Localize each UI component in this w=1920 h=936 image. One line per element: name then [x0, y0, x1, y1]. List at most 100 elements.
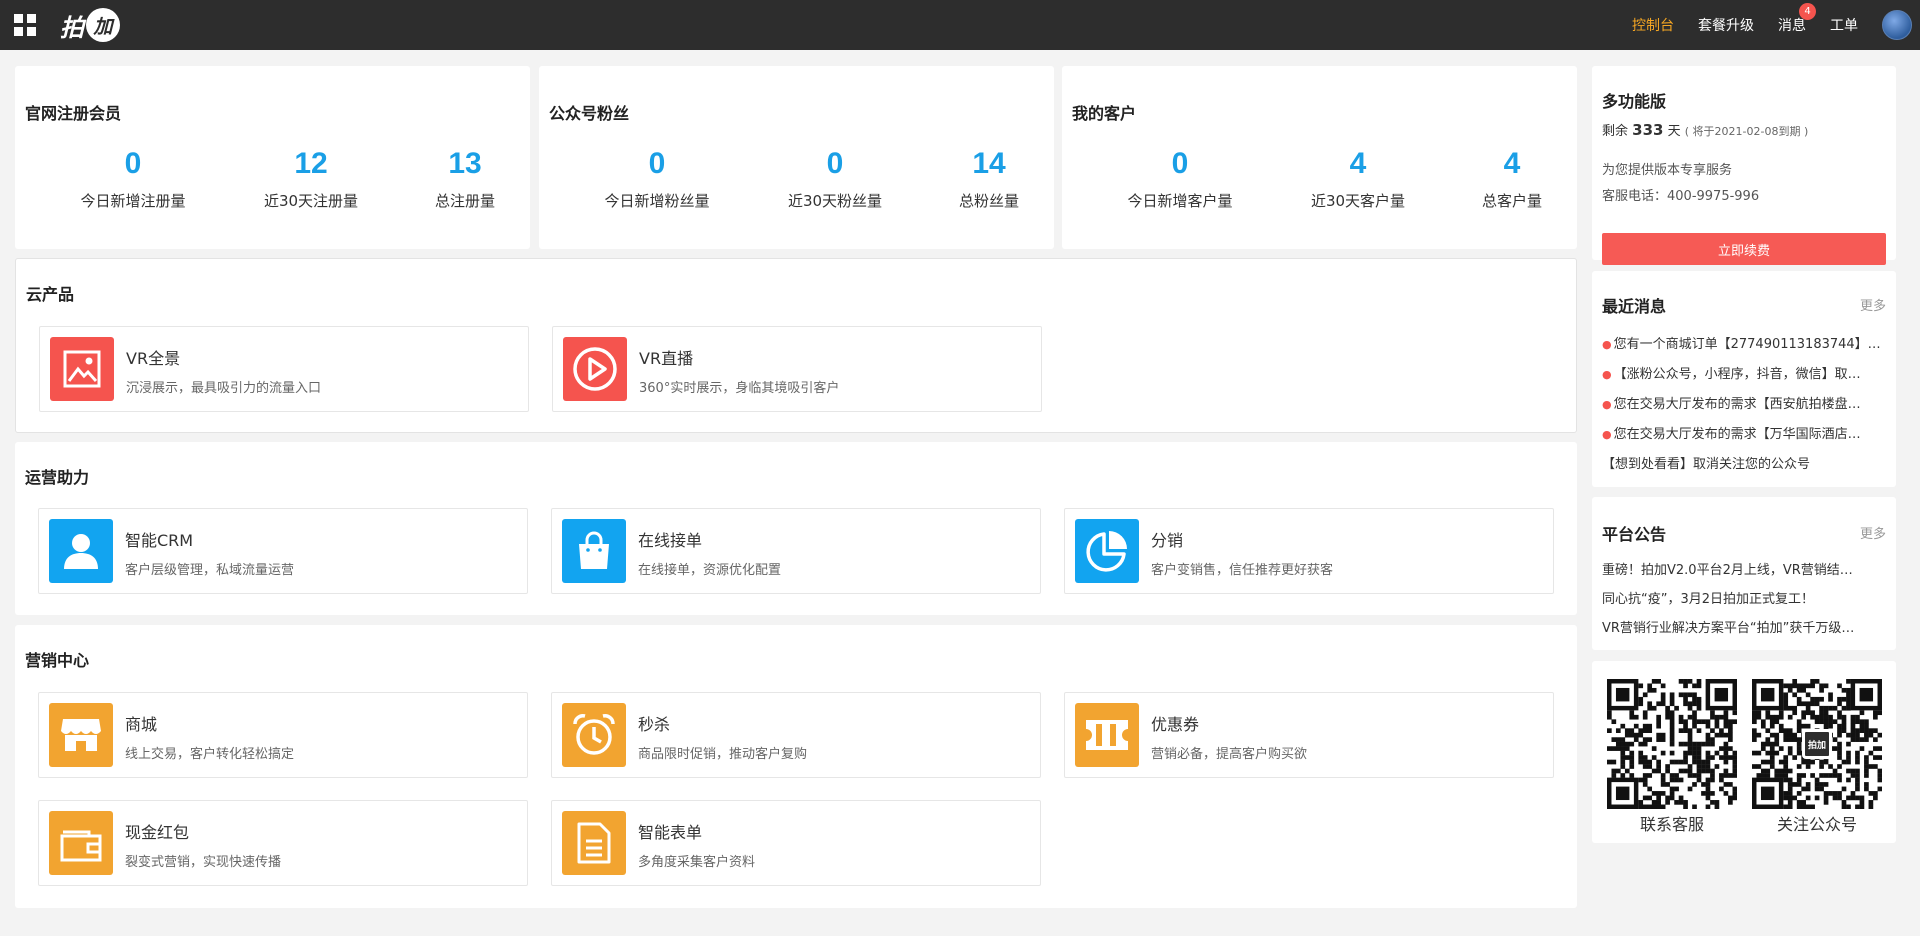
- stat-label: 今日新增注册量: [80, 192, 186, 210]
- stat-value: 0: [826, 147, 844, 180]
- feature-vr-live[interactable]: VR直播 360°实时展示，身临其境吸引客户: [552, 326, 1042, 412]
- feature-name: VR直播: [639, 349, 694, 368]
- feature-name: 智能表单: [638, 823, 703, 842]
- stat-value: 4: [1503, 147, 1521, 180]
- nav-tickets[interactable]: 工单: [1830, 15, 1858, 35]
- message-item[interactable]: ● 您在交易大厅发布的需求【西安航拍楼盘…: [1602, 393, 1882, 412]
- stat-card-fans: 公众号粉丝 0 今日新增粉丝量 0 近30天粉丝量 14 总粉丝量: [539, 66, 1054, 249]
- play-circle-icon: [563, 337, 627, 401]
- service-line: 为您提供版本专享服务: [1602, 163, 1733, 178]
- stat-label: 总客户量: [1481, 192, 1542, 210]
- messages-more-link[interactable]: 更多: [1860, 295, 1886, 314]
- feature-desc: 客户层级管理，私域流量运营: [125, 563, 295, 578]
- feature-coupon[interactable]: 优惠券 营销必备，提高客户购买欲: [1064, 692, 1554, 778]
- plan-remaining: 剩余 333 天 ( 将于2021-02-08到期 ): [1602, 120, 1808, 139]
- stat-label: 近30天粉丝量: [787, 192, 883, 210]
- stat-label: 今日新增粉丝量: [604, 192, 710, 210]
- unread-dot-icon: ●: [1602, 368, 1612, 381]
- wallet-icon: [49, 811, 113, 875]
- section-title: 云产品: [26, 285, 75, 304]
- stat-card-members: 官网注册会员 0 今日新增注册量 12 近30天注册量 13 总注册量: [15, 66, 530, 249]
- notices-more-link[interactable]: 更多: [1860, 523, 1886, 542]
- stat-total: 14 总粉丝量: [899, 144, 1079, 211]
- feature-name: VR全景: [126, 349, 181, 368]
- stat-value: 12: [294, 147, 328, 180]
- feature-flash-sale[interactable]: 秒杀 商品限时促销，推动客户复购: [551, 692, 1041, 778]
- stat-label: 总粉丝量: [958, 192, 1019, 210]
- feature-name: 商城: [125, 715, 158, 734]
- qr-codes-card: 联系客服 拍加 关注公众号: [1592, 661, 1896, 843]
- platform-notices-card: 平台公告 更多 重磅！拍加V2.0平台2月上线，VR营销结… 同心抗“疫”，3月…: [1592, 497, 1896, 650]
- stat-card-customers: 我的客户 0 今日新增客户量 4 近30天客户量 4 总客户量: [1062, 66, 1577, 249]
- stat-value: 0: [648, 147, 666, 180]
- feature-desc: 客户变销售，信任推荐更好获客: [1151, 563, 1334, 578]
- feature-cash-red-packet[interactable]: 现金红包 裂变式营销，实现快速传播: [38, 800, 528, 886]
- message-item[interactable]: 【想到处看看】取消关注您的公众号: [1602, 453, 1882, 472]
- feature-desc: 营销必备，提高客户购买欲: [1151, 747, 1308, 762]
- document-icon: [562, 811, 626, 875]
- feature-mall[interactable]: 商城 线上交易，客户转化轻松搞定: [38, 692, 528, 778]
- nav-messages-label: 消息: [1778, 18, 1806, 34]
- feature-name: 分销: [1151, 531, 1184, 550]
- stat-label: 近30天客户量: [1310, 192, 1406, 210]
- alarm-clock-icon: [562, 703, 626, 767]
- stat-30days: 0 近30天粉丝量: [745, 144, 925, 211]
- shopping-bag-icon: [562, 519, 626, 583]
- remaining-unit: 天: [1667, 124, 1681, 139]
- renew-button[interactable]: 立即续费: [1602, 233, 1886, 265]
- stat-today: 0 今日新增客户量: [1090, 144, 1270, 211]
- feature-desc: 裂变式营销，实现快速传播: [125, 855, 282, 870]
- coupon-icon: [1075, 703, 1139, 767]
- stat-today: 0 今日新增注册量: [43, 144, 223, 211]
- user-avatar[interactable]: [1882, 10, 1912, 40]
- feature-name: 秒杀: [638, 715, 671, 734]
- qr-logo-mark: 拍加: [1802, 729, 1832, 759]
- unread-dot-icon: ●: [1602, 398, 1612, 411]
- feature-desc: 沉浸展示，最具吸引力的流量入口: [126, 381, 322, 396]
- service-phone: 客服电话：400-9975-996: [1602, 189, 1760, 204]
- stat-card-title: 我的客户: [1072, 104, 1137, 123]
- app-grid-icon[interactable]: [14, 14, 36, 36]
- stat-label: 今日新增客户量: [1127, 192, 1233, 210]
- message-text: 您有一个商城订单【277490113183744】…: [1613, 337, 1881, 352]
- nav-console[interactable]: 控制台: [1632, 15, 1674, 35]
- plan-title: 多功能版: [1602, 92, 1667, 111]
- image-icon: [50, 337, 114, 401]
- section-operations: 运营助力 智能CRM 客户层级管理，私域流量运营 在线接单 在线接单，资源优化配…: [15, 442, 1577, 615]
- message-item[interactable]: ● 【涨粉公众号，小程序，抖音，微信】取…: [1602, 363, 1882, 382]
- feature-vr-panorama[interactable]: VR全景 沉浸展示，最具吸引力的流量入口: [39, 326, 529, 412]
- section-title: 运营助力: [25, 468, 90, 487]
- message-item[interactable]: ● 您有一个商城订单【277490113183744】…: [1602, 333, 1882, 352]
- notice-item[interactable]: VR营销行业解决方案平台“拍加”获千万级…: [1602, 617, 1882, 636]
- stat-label: 总注册量: [434, 192, 495, 210]
- user-icon: [49, 519, 113, 583]
- feature-smart-form[interactable]: 智能表单 多角度采集客户资料: [551, 800, 1041, 886]
- feature-smart-crm[interactable]: 智能CRM 客户层级管理，私域流量运营: [38, 508, 528, 594]
- message-text: 【想到处看看】取消关注您的公众号: [1602, 457, 1811, 472]
- section-marketing: 营销中心 商城 线上交易，客户转化轻松搞定 秒杀 商品限时促销，推动客户复购 优…: [15, 625, 1577, 908]
- logo-mark: 加: [86, 8, 120, 42]
- feature-name: 在线接单: [638, 531, 703, 550]
- logo[interactable]: 拍 加: [60, 8, 120, 42]
- section-title: 营销中心: [25, 651, 90, 670]
- feature-name: 优惠券: [1151, 715, 1200, 734]
- remaining-days: 333: [1632, 121, 1664, 139]
- logo-text: 拍: [60, 12, 84, 42]
- message-item[interactable]: ● 您在交易大厅发布的需求【万华国际酒店…: [1602, 423, 1882, 442]
- expiry-date: ( 将于2021-02-08到期 ): [1684, 125, 1809, 138]
- qr-label-official-account: 关注公众号: [1776, 815, 1857, 834]
- section-cloud-products: 云产品 VR全景 沉浸展示，最具吸引力的流量入口 VR直播 360°实时展示，身…: [15, 258, 1577, 433]
- stat-today: 0 今日新增粉丝量: [567, 144, 747, 211]
- notice-item[interactable]: 同心抗“疫”，3月2日拍加正式复工！: [1602, 588, 1882, 607]
- message-text: 您在交易大厅发布的需求【西安航拍楼盘…: [1613, 397, 1861, 412]
- stat-total: 4 总客户量: [1422, 144, 1602, 211]
- feature-desc: 线上交易，客户转化轻松搞定: [125, 747, 295, 762]
- stat-value: 4: [1349, 147, 1367, 180]
- nav-messages[interactable]: 消息 4: [1778, 3, 1816, 35]
- notice-item[interactable]: 重磅！拍加V2.0平台2月上线，VR营销结…: [1602, 559, 1882, 578]
- nav-plan-upgrade[interactable]: 套餐升级: [1698, 15, 1754, 35]
- feature-online-orders[interactable]: 在线接单 在线接单，资源优化配置: [551, 508, 1041, 594]
- feature-distribution[interactable]: 分销 客户变销售，信任推荐更好获客: [1064, 508, 1554, 594]
- stat-value: 0: [124, 147, 142, 180]
- store-icon: [49, 703, 113, 767]
